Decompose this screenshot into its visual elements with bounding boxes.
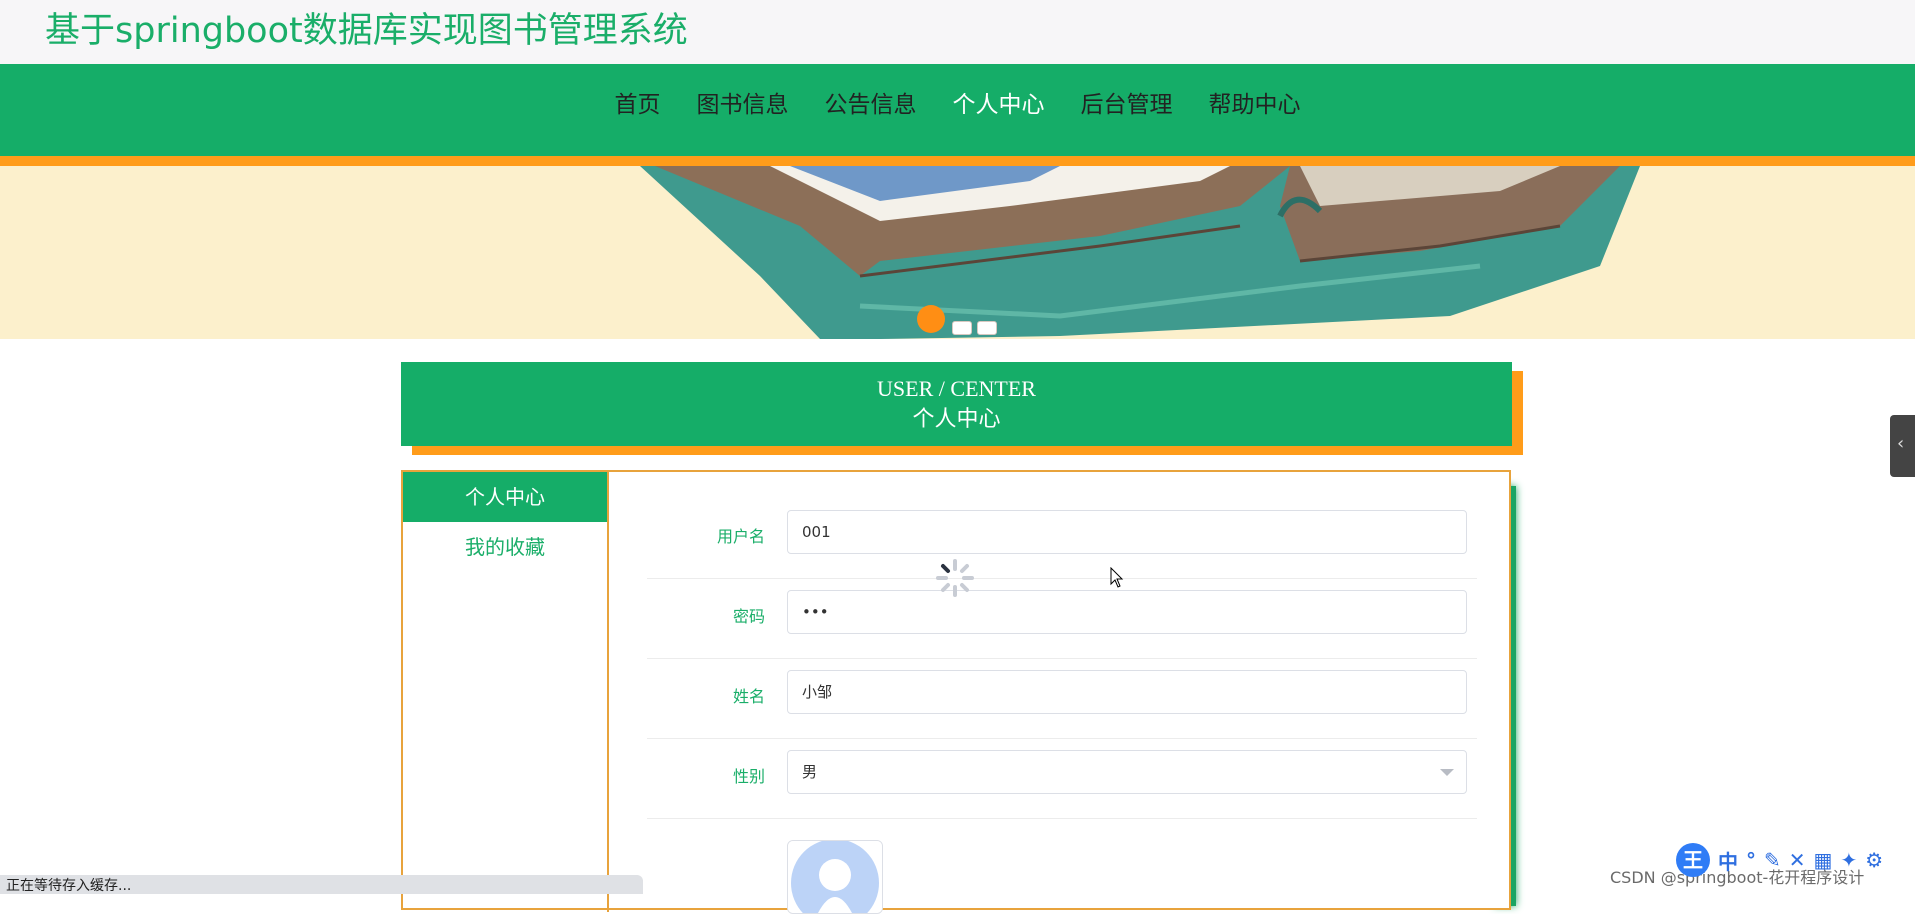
gender-label: 性别 — [732, 767, 765, 786]
ime-settings-icon[interactable]: ⚙ — [1865, 848, 1883, 872]
nav-item-announcements[interactable]: 公告信息 — [807, 64, 935, 146]
ime-toolbar: 王 中 ° ✎ ✕ ▦ ✦ ⚙ — [1676, 843, 1883, 877]
nav-accent-bar — [0, 156, 1915, 166]
side-menu-item-favorites[interactable]: 我的收藏 — [403, 522, 607, 572]
section-title: USER / CENTER 个人中心 — [401, 362, 1512, 446]
section-title-en: USER / CENTER — [877, 376, 1036, 401]
browser-status-bar: 正在等待存入缓存... — [0, 875, 643, 894]
form-row-username: 用户名 001 — [647, 498, 1477, 579]
nav-item-admin[interactable]: 后台管理 — [1063, 64, 1191, 146]
form-row-name: 姓名 小邹 — [647, 658, 1477, 739]
site-header: 基于springboot数据库实现图书管理系统 — [0, 0, 1915, 64]
form-row-password: 密码 ••• — [647, 578, 1477, 659]
nav-item-user-center[interactable]: 个人中心 — [935, 64, 1063, 146]
loading-spinner-icon — [936, 559, 974, 597]
side-menu: 个人中心 我的收藏 — [403, 472, 609, 912]
chevron-left-icon: ‹ — [1897, 433, 1905, 454]
ime-language-toggle[interactable]: 中 — [1718, 846, 1738, 875]
mouse-cursor-icon — [1110, 567, 1124, 588]
avatar-upload[interactable] — [787, 840, 883, 914]
chevron-down-icon — [1440, 769, 1454, 776]
nav-item-books[interactable]: 图书信息 — [679, 64, 807, 146]
avatar-placeholder-icon — [788, 841, 882, 913]
ime-logo-icon[interactable]: 王 — [1676, 843, 1710, 877]
open-book-illustration — [640, 166, 1640, 339]
ime-punctuation-icon[interactable]: ° — [1746, 848, 1756, 872]
carousel-dot-1[interactable] — [917, 305, 945, 333]
form-row-gender: 性别 男 — [647, 738, 1477, 819]
gender-select[interactable]: 男 — [787, 750, 1467, 794]
username-label: 用户名 — [716, 527, 765, 546]
ime-skin-icon[interactable]: ✦ — [1840, 848, 1857, 872]
password-field[interactable]: ••• — [787, 590, 1467, 634]
section-title-cn: 个人中心 — [912, 406, 1001, 431]
carousel-dot-3[interactable] — [977, 321, 997, 335]
nav-item-help[interactable]: 帮助中心 — [1191, 64, 1319, 146]
ime-tools-icon[interactable]: ✕ — [1789, 848, 1806, 872]
site-title: 基于springboot数据库实现图书管理系统 — [45, 11, 688, 51]
gender-selected-value: 男 — [802, 763, 818, 781]
ime-keyboard-icon[interactable]: ▦ — [1814, 848, 1833, 872]
banner-carousel — [0, 166, 1915, 339]
user-center-panel: 个人中心 我的收藏 用户名 001 密码 ••• 姓名 小邹 性别 男 — [401, 470, 1511, 914]
name-field[interactable]: 小邹 — [787, 670, 1467, 714]
name-label: 姓名 — [732, 687, 765, 706]
username-field[interactable]: 001 — [787, 510, 1467, 554]
password-label: 密码 — [732, 607, 765, 626]
carousel-dot-2[interactable] — [952, 321, 972, 335]
ime-pen-icon[interactable]: ✎ — [1764, 848, 1781, 872]
nav-item-home[interactable]: 首页 — [597, 64, 679, 146]
side-panel-toggle[interactable]: ‹ — [1890, 415, 1915, 477]
main-nav: 首页 图书信息 公告信息 个人中心 后台管理 帮助中心 — [0, 64, 1915, 156]
side-menu-item-user-center[interactable]: 个人中心 — [403, 472, 607, 522]
